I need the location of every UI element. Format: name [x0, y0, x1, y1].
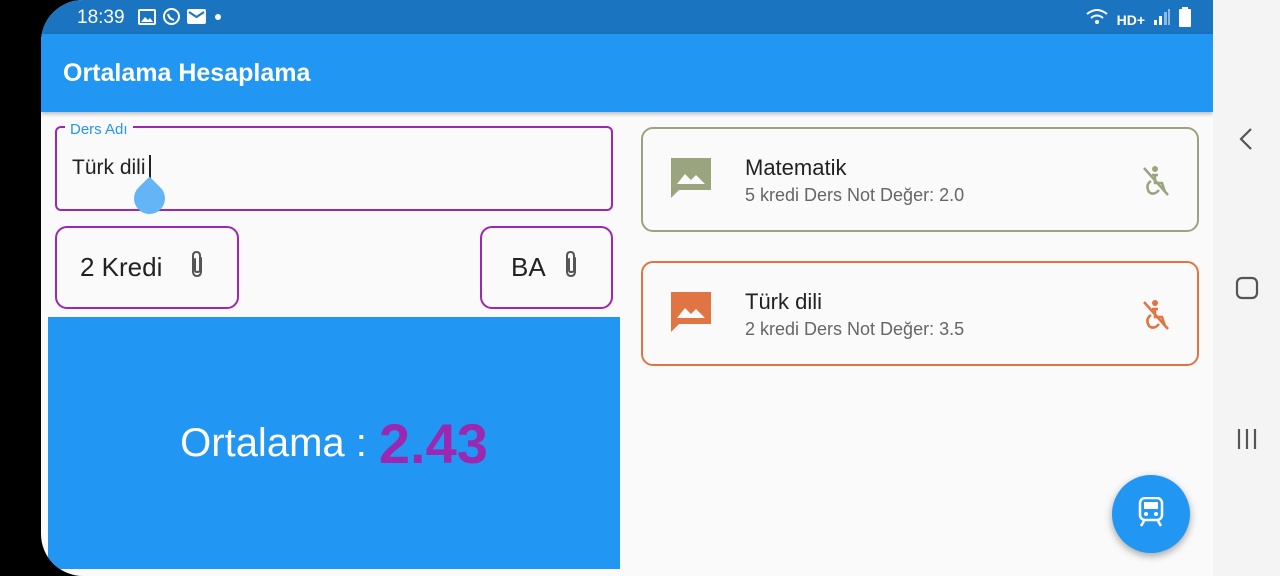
not-accessible-icon[interactable]: [1141, 299, 1171, 336]
system-nav-bar: [1213, 0, 1280, 576]
app-bar: Ortalama Hesaplama: [41, 34, 1213, 112]
not-accessible-icon[interactable]: [1141, 165, 1171, 202]
home-icon[interactable]: [1233, 275, 1261, 306]
ders-adi-label: Ders Adı: [65, 121, 133, 138]
ders-adi-value: Türk dili: [72, 156, 146, 179]
battery-icon: [1179, 7, 1191, 32]
dot-icon: [212, 10, 224, 28]
not-value: BA: [511, 252, 546, 282]
recents-icon[interactable]: [1233, 426, 1261, 457]
status-time: 18:39: [77, 7, 125, 28]
course-detail: 2 kredi Ders Not Değer: 3.5: [745, 319, 965, 339]
ortalama-value: 2.43: [378, 411, 488, 475]
mail-icon: [187, 9, 206, 29]
status-bar: 18:39 HD+: [41, 0, 1213, 34]
course-card-turk-dili[interactable]: Türk dili 2 kredi Ders Not Değer: 3.5: [641, 261, 1199, 366]
paperclip-icon: [560, 249, 582, 286]
ortalama-panel: Ortalama : 2.43: [48, 317, 620, 569]
image-icon: [138, 8, 156, 30]
ortalama-label: Ortalama :: [180, 420, 367, 465]
kredi-value: 2 Kredi: [80, 252, 163, 282]
add-course-fab[interactable]: [1112, 475, 1190, 553]
course-name: Türk dili: [745, 289, 823, 314]
chat-image-icon: [669, 156, 713, 205]
whatsapp-icon: [162, 7, 181, 31]
paperclip-icon: [186, 249, 208, 286]
app-screen: 18:39 HD+ Ortalama Hesaplama Ders Adı Tü…: [41, 0, 1213, 576]
course-detail: 5 kredi Ders Not Değer: 2.0: [745, 185, 965, 205]
network-type: HD+: [1116, 11, 1145, 28]
course-name: Matematik: [745, 155, 847, 180]
app-title: Ortalama Hesaplama: [63, 59, 311, 87]
train-icon: [1138, 496, 1164, 532]
not-dropdown[interactable]: BA: [480, 226, 613, 309]
chat-image-icon: [669, 290, 713, 339]
wifi-icon: [1085, 8, 1109, 31]
kredi-dropdown[interactable]: 2 Kredi: [55, 226, 239, 309]
course-card-matematik[interactable]: Matematik 5 kredi Ders Not Değer: 2.0: [641, 127, 1199, 232]
back-icon[interactable]: [1233, 126, 1261, 157]
signal-icon: [1153, 8, 1171, 31]
